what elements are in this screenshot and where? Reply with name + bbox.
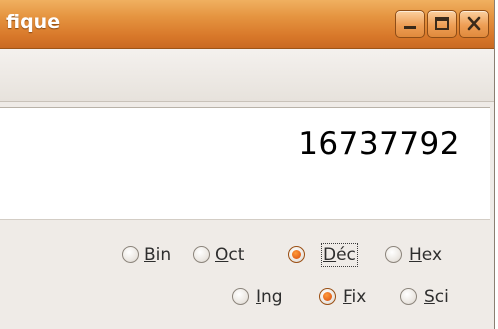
radio-hex[interactable]: Hex xyxy=(385,242,477,270)
radio-fix-label: Fix xyxy=(343,287,367,307)
radio-oct-label: Oct xyxy=(215,245,245,265)
radio-sci-circle[interactable] xyxy=(400,288,417,305)
radio-bin-circle[interactable] xyxy=(122,246,139,263)
radio-fix[interactable]: Fix xyxy=(319,284,395,312)
title-bar[interactable]: fique xyxy=(0,0,494,49)
radio-selected-dot xyxy=(323,292,332,301)
calculator-window: fique 16737792 Bin Oct Déc Hex Ing Fix S… xyxy=(0,0,495,329)
radio-bin[interactable]: Bin xyxy=(122,242,188,270)
radio-ing-label: Ing xyxy=(256,287,283,307)
display-value: 16737792 xyxy=(298,126,460,162)
radio-hex-label: Hex xyxy=(409,245,443,265)
radio-dec-label: Déc xyxy=(321,243,358,267)
maximize-button[interactable] xyxy=(427,10,457,38)
radio-dec[interactable]: Déc xyxy=(288,242,380,270)
close-icon xyxy=(467,16,481,31)
radio-ing[interactable]: Ing xyxy=(232,284,312,312)
display-format-group: Ing Fix Sci xyxy=(0,284,494,312)
radio-oct-circle[interactable] xyxy=(193,246,210,263)
radio-oct[interactable]: Oct xyxy=(193,242,263,270)
radio-selected-dot xyxy=(292,250,301,259)
radio-hex-circle[interactable] xyxy=(385,246,402,263)
minimize-icon xyxy=(404,26,416,29)
window-title: fique xyxy=(6,11,61,33)
minimize-button[interactable] xyxy=(395,10,425,38)
result-display: 16737792 xyxy=(0,107,490,220)
radio-ing-circle[interactable] xyxy=(232,288,249,305)
toolbar-area xyxy=(0,49,494,102)
radio-fix-circle[interactable] xyxy=(319,288,336,305)
radio-sci[interactable]: Sci xyxy=(400,284,480,312)
maximize-icon xyxy=(435,17,449,30)
radio-dec-circle[interactable] xyxy=(288,246,305,263)
radio-bin-label: Bin xyxy=(144,245,172,265)
close-button[interactable] xyxy=(459,10,489,38)
number-base-group: Bin Oct Déc Hex xyxy=(0,242,494,270)
radio-sci-label: Sci xyxy=(424,287,449,307)
